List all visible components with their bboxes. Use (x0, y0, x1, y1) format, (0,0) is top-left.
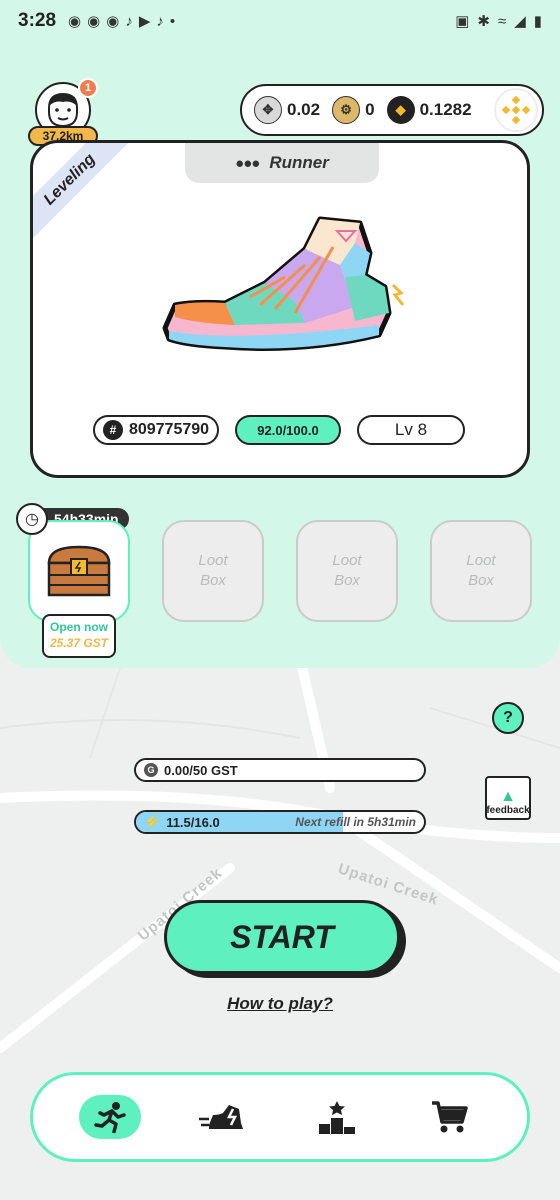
bottom-nav (30, 1072, 530, 1162)
bnb-logo-icon (501, 95, 531, 125)
sneaker-image (162, 216, 405, 351)
sneaker-id-pill: # 809775790 (93, 415, 219, 445)
cart-icon (432, 1101, 468, 1133)
nav-run[interactable] (78, 1095, 141, 1139)
sneaker-stats: # 809775790 92.0/100.0 Lv 8 (93, 415, 465, 445)
feedback-button[interactable]: ▲ feedback (485, 776, 531, 820)
discord-icon: ◉ (87, 13, 101, 30)
bnb-chain-button[interactable] (494, 88, 538, 132)
balances-bar[interactable]: ✥ 0.02 ⚙ 0 ◆ 0.1282 (240, 84, 544, 136)
gmt-balance: ⚙ 0 (332, 96, 375, 124)
gst-balance-value: 0.02 (287, 100, 321, 119)
wifi-icon: ≈ (497, 12, 507, 30)
energy-text: 11.5/16.0 (166, 814, 220, 830)
loot-box-slot: Loot Box (162, 520, 264, 622)
help-button[interactable]: ? (492, 702, 524, 734)
youtube-icon: ▶ (138, 13, 151, 30)
nav-sneakers[interactable] (192, 1095, 254, 1139)
treasure-chest-icon (47, 545, 111, 597)
loot-box-label: Box (468, 572, 494, 589)
status-system-icons: ▣ ✱ ≈ ◢ ▮ (455, 12, 542, 31)
loot-box-label: Loot (332, 552, 362, 569)
runner-icon (94, 1102, 126, 1133)
podium-icon (318, 1101, 355, 1134)
dot-icon: • (169, 12, 176, 30)
refill-text: Next refill in 5h31min (295, 815, 416, 829)
sneaker-type-tab: ●●● Runner (185, 143, 379, 183)
energy-bar: ⚡ 11.5/16.0 Next refill in 5h31min (134, 810, 426, 834)
gst-coin-icon: ✥ (254, 96, 282, 124)
loot-box-slot: Loot Box (296, 520, 398, 622)
bnb-balance: ◆ 0.1282 (386, 96, 472, 124)
nav-marketplace[interactable] (419, 1095, 481, 1139)
bnb-balance-value: 0.1282 (419, 100, 472, 119)
notification-badge: 1 (78, 78, 98, 98)
gst-mini-icon: G (144, 763, 158, 777)
sneaker-icon (199, 1105, 244, 1129)
loot-box-active[interactable] (28, 520, 130, 622)
loot-box-label: Box (334, 572, 360, 589)
status-bar: 3:28 ◉ ◉ ◉ ♪ ▶ ♪ • ▣ ✱ ≈ ◢ ▮ (0, 0, 560, 42)
how-to-play-link[interactable]: How to play? (0, 994, 560, 1014)
clock-icon: ◷ (16, 503, 48, 535)
hash-icon: # (102, 420, 123, 440)
start-button[interactable]: START (164, 900, 400, 974)
sneaker-type: Runner (269, 153, 329, 172)
loot-box-label: Loot (466, 552, 496, 569)
loot-box-slot: Loot Box (430, 520, 532, 622)
durability-pill: 92.0/100.0 (235, 415, 341, 445)
loot-box-label: Box (200, 572, 226, 589)
bluetooth-icon: ✱ (477, 13, 490, 30)
loot-box-label: Loot (198, 552, 228, 569)
status-time: 3:28 (18, 10, 57, 31)
gmt-balance-value: 0 (365, 100, 375, 119)
bnb-coin-icon: ◆ (386, 96, 415, 124)
leveling-ribbon: Leveling (33, 143, 134, 244)
sneaker-card[interactable]: Leveling ●●● Runner # 809775790 92.0/100… (30, 140, 530, 478)
signal-icon: ◢ (514, 13, 526, 30)
discord-icon: ◉ (106, 13, 120, 30)
open-now-label: Open now (50, 620, 108, 634)
feedback-label: feedback (486, 805, 530, 816)
nfc-icon: ▣ (455, 13, 470, 30)
battery-icon: ▮ (533, 13, 542, 30)
gst-cap-text: 0.00/50 GST (164, 762, 238, 778)
level-pill: Lv 8 (357, 415, 465, 445)
status-app-icons: ◉ ◉ ◉ ♪ ▶ ♪ • (68, 12, 176, 31)
nav-leaderboard[interactable] (306, 1095, 368, 1139)
envelope-arrow-icon: ▲ (500, 788, 516, 805)
open-now-button[interactable]: Open now 25.37 GST (42, 614, 116, 658)
gst-balance: ✥ 0.02 (254, 96, 320, 124)
sneaker-id: 809775790 (128, 421, 210, 438)
footprints-icon: ●●● (235, 154, 260, 172)
tiktok-icon: ♪ (156, 12, 164, 30)
open-now-price: 25.37 GST (49, 636, 109, 650)
profile-avatar-button[interactable]: 1 37.2km (28, 78, 98, 146)
tiktok-icon: ♪ (125, 12, 133, 30)
gmt-coin-icon: ⚙ (332, 96, 361, 124)
top-panel: 1 37.2km ✥ 0.02 ⚙ 0 ◆ 0.1282 Leveling ●●… (0, 42, 560, 668)
discord-icon: ◉ (68, 13, 82, 30)
gst-cap-bar: G 0.00/50 GST (134, 758, 426, 782)
lightning-icon: ⚡ (144, 814, 161, 829)
